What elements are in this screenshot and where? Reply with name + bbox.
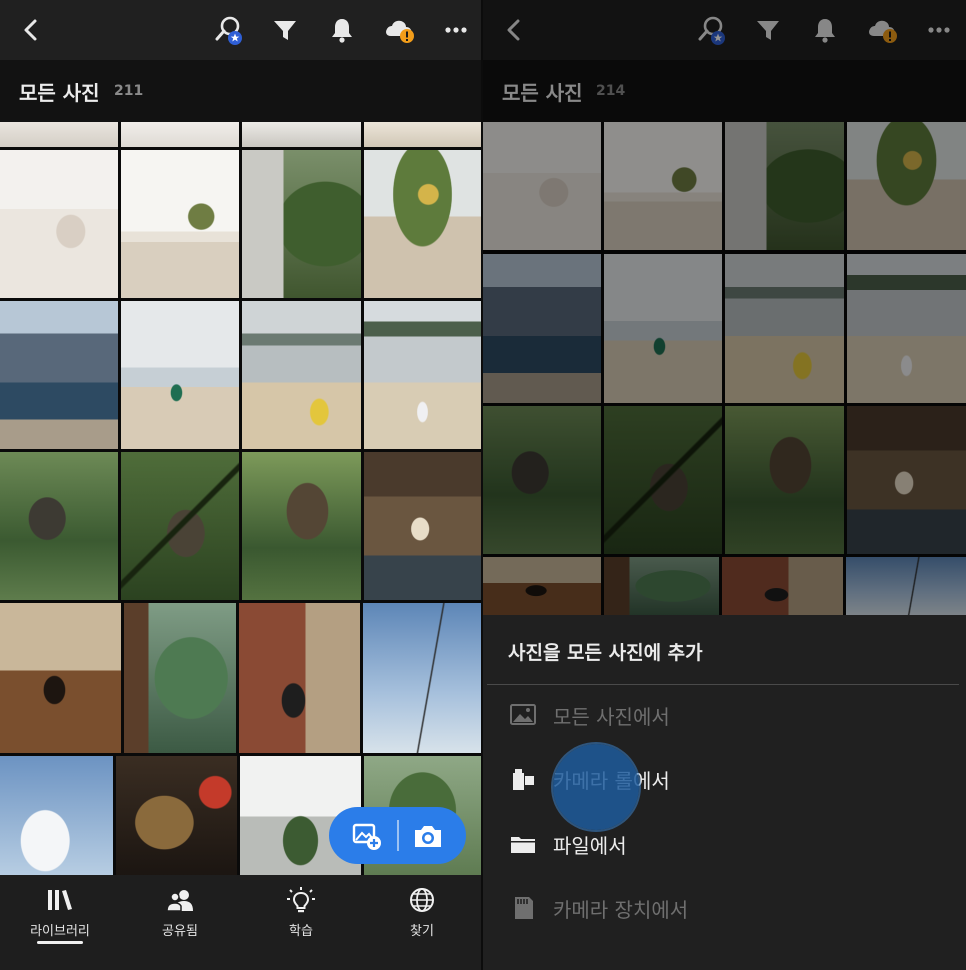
- active-tab-indicator: [37, 941, 83, 944]
- back-icon[interactable]: [18, 16, 44, 44]
- touch-indicator: [553, 744, 639, 830]
- photo-woman-on-sofa[interactable]: [0, 150, 118, 298]
- shared-people-icon: [166, 890, 193, 912]
- photo-kitchen-cook[interactable]: [239, 603, 360, 753]
- tab-discover[interactable]: 찾기: [362, 884, 481, 964]
- option-from-files[interactable]: 파일에서: [483, 817, 966, 873]
- folder-icon: [511, 837, 535, 853]
- sd-card-icon: [515, 897, 533, 919]
- sheet-title: 사진을 모든 사진에 추가: [508, 642, 703, 664]
- library-screen: 모든 사진 211 라이브러리 공유됨 학습 찾기: [0, 0, 481, 970]
- photo-window-light[interactable]: [121, 122, 239, 147]
- option-label: 카메라 장치에서: [553, 898, 689, 922]
- photo-beach-float[interactable]: [242, 301, 361, 449]
- search-people-icon[interactable]: [212, 14, 246, 48]
- tab-library[interactable]: 라이브러리: [0, 884, 120, 964]
- option-from-camera-device[interactable]: 카메라 장치에서: [483, 881, 966, 937]
- photo-window-forest[interactable]: [124, 603, 236, 753]
- photo-wall-flowers[interactable]: [364, 150, 481, 298]
- photo-bamboo-hanok[interactable]: [121, 452, 239, 600]
- sheet-divider: [487, 684, 959, 685]
- lightbulb-icon: [287, 887, 315, 913]
- photo-house-window[interactable]: [242, 122, 361, 147]
- photo-count: 211: [114, 83, 144, 99]
- add-photos-fab: [329, 807, 466, 864]
- fab-divider: [397, 820, 399, 851]
- photo-woman-on-bench[interactable]: [364, 452, 481, 600]
- image-icon: [510, 704, 536, 725]
- photo-sky-clouds[interactable]: [0, 756, 113, 877]
- photo-market-crowd[interactable]: [0, 301, 118, 449]
- camera-roll-icon: [513, 769, 534, 790]
- tab-label: 공유됨: [162, 924, 198, 939]
- top-bar: [0, 0, 481, 60]
- photo-grilled-fish-soda[interactable]: [116, 756, 237, 877]
- photo-pavilion-trees[interactable]: [242, 452, 361, 600]
- photo-beach-person[interactable]: [364, 301, 481, 449]
- add-photo-icon[interactable]: [347, 817, 385, 855]
- page-title: 모든 사진: [19, 81, 100, 105]
- photo-power-lines-sky[interactable]: [363, 603, 481, 753]
- add-photos-screen: 모든 사진 214 사진을 모든 사진에 추가 모든 사진에서 카메라 롤에서 …: [483, 0, 966, 970]
- photo-window-plant[interactable]: [364, 122, 481, 147]
- filter-icon[interactable]: [269, 14, 301, 46]
- photo-wooden-chairs-plant[interactable]: [121, 150, 239, 298]
- tab-label: 찾기: [410, 924, 434, 939]
- photo-living-room-ceiling[interactable]: [0, 122, 118, 147]
- tab-label: 라이브러리: [30, 924, 90, 939]
- globe-icon: [410, 888, 434, 912]
- photo-hanok-garden[interactable]: [0, 452, 118, 600]
- more-icon[interactable]: [440, 14, 472, 46]
- bell-icon[interactable]: [326, 14, 358, 46]
- library-icon: [48, 890, 72, 910]
- photo-ivy-wall-courtyard[interactable]: [242, 150, 361, 298]
- photo-coffee-on-table[interactable]: [0, 603, 121, 753]
- tab-shared[interactable]: 공유됨: [120, 884, 240, 964]
- option-label: 파일에서: [553, 834, 627, 858]
- tab-label: 학습: [289, 924, 313, 939]
- tab-learn[interactable]: 학습: [241, 884, 361, 964]
- cloud-warning-icon[interactable]: [382, 14, 418, 48]
- option-from-all-photos[interactable]: 모든 사진에서: [483, 688, 966, 744]
- camera-icon[interactable]: [409, 817, 447, 855]
- option-label: 모든 사진에서: [553, 705, 670, 729]
- photo-beach-umbrella[interactable]: [121, 301, 239, 449]
- modal-backdrop[interactable]: [483, 0, 966, 615]
